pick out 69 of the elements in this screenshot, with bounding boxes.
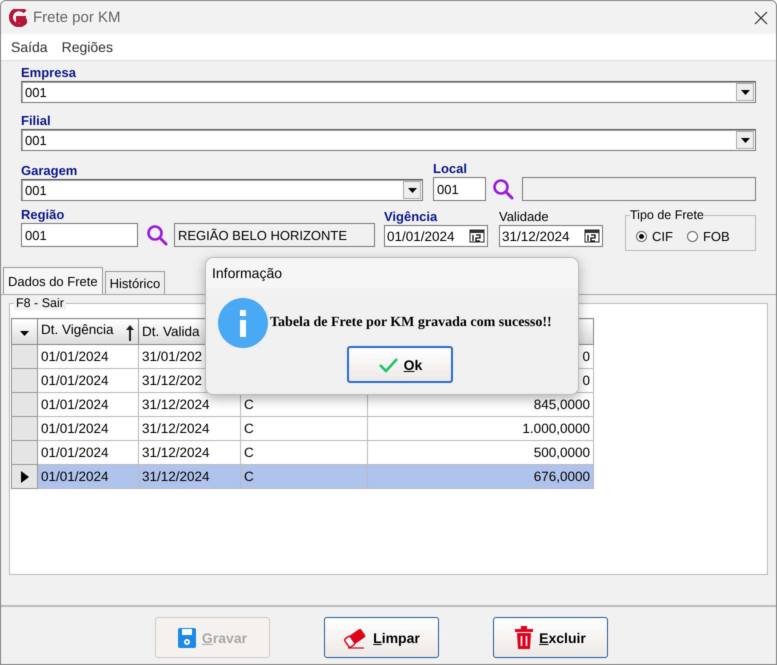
radio-button[interactable]: CIF bbox=[636, 229, 673, 244]
dialog-title: Informação bbox=[206, 258, 578, 288]
trash-icon bbox=[514, 626, 534, 650]
table-cell: 31/01/202 bbox=[142, 349, 202, 364]
table-cell: 01/01/2024 bbox=[41, 349, 109, 364]
table-cell: 1.000,0000 bbox=[522, 421, 590, 436]
dropdown-arrow-icon[interactable] bbox=[20, 331, 29, 336]
calendar-icon[interactable] bbox=[469, 229, 485, 243]
app-logo bbox=[9, 8, 27, 26]
table-cell: C bbox=[244, 469, 254, 484]
tab[interactable]: Dados do Frete bbox=[3, 267, 103, 294]
group-label: Tipo de Frete bbox=[630, 208, 704, 222]
date-field[interactable]: 01/01/2024 bbox=[384, 225, 488, 247]
table-cell: 0 bbox=[582, 373, 590, 388]
table-cell: 31/12/2024 bbox=[142, 445, 210, 460]
table-cell: 31/12/2024 bbox=[142, 397, 210, 412]
input-field[interactable] bbox=[522, 177, 756, 201]
table-cell: 845,0000 bbox=[534, 397, 590, 412]
table-cell: 01/01/2024 bbox=[41, 421, 109, 436]
field-label: Local bbox=[433, 161, 468, 177]
field-label: Empresa bbox=[21, 65, 77, 81]
combo-box[interactable]: 001 bbox=[21, 81, 756, 103]
field-label: Região bbox=[21, 207, 66, 223]
date-field[interactable]: 31/12/2024 bbox=[499, 225, 603, 247]
delete-button[interactable]: Excluir bbox=[492, 617, 608, 658]
check-icon bbox=[378, 356, 398, 372]
menu-item[interactable]: Regiões bbox=[62, 39, 113, 55]
combo-box[interactable]: 001 bbox=[21, 179, 423, 201]
group-label: F8 - Sair bbox=[14, 296, 66, 310]
radio-button[interactable]: FOB bbox=[686, 229, 730, 244]
table-cell: 31/12/2024 bbox=[142, 421, 210, 436]
field-label: Vigência bbox=[384, 209, 438, 225]
table-cell: 500,0000 bbox=[534, 445, 590, 460]
dropdown-arrow-icon[interactable] bbox=[408, 188, 416, 192]
table-cell: 01/01/2024 bbox=[41, 445, 109, 460]
sort-arrow-icon[interactable] bbox=[125, 325, 135, 341]
field-label: Filial bbox=[21, 113, 52, 129]
radio-circle-icon[interactable] bbox=[686, 231, 698, 242]
dropdown-arrow-icon[interactable] bbox=[740, 138, 750, 142]
field-label: Validade bbox=[499, 209, 550, 225]
table-cell: 0 bbox=[582, 349, 590, 364]
tab[interactable]: Histórico bbox=[104, 271, 166, 294]
close-icon[interactable] bbox=[754, 10, 768, 24]
radio-circle-icon[interactable] bbox=[636, 231, 647, 242]
table-cell: C bbox=[244, 421, 254, 436]
table-cell: C bbox=[244, 397, 254, 412]
input-field[interactable]: 001 bbox=[21, 223, 138, 247]
table-cell: 01/01/2024 bbox=[41, 397, 109, 412]
dropdown-arrow-icon[interactable] bbox=[740, 90, 750, 94]
column-header[interactable]: Dt. Vigência bbox=[38, 318, 138, 344]
search-icon[interactable] bbox=[146, 224, 168, 246]
table-cell: 31/12/202 bbox=[142, 373, 202, 388]
combo-box[interactable]: 001 bbox=[21, 129, 756, 151]
input-field[interactable]: 001 bbox=[433, 177, 486, 201]
search-icon[interactable] bbox=[492, 178, 514, 200]
info-icon bbox=[218, 298, 268, 348]
window-title: Frete por KM bbox=[33, 9, 122, 26]
table-cell: 01/01/2024 bbox=[41, 373, 109, 388]
clear-button[interactable]: Limpar bbox=[324, 617, 438, 658]
ok-button[interactable]: Ok bbox=[347, 346, 453, 383]
table-cell: 31/12/2024 bbox=[142, 469, 210, 484]
region-name-field[interactable]: REGIÃO BELO HORIZONTE bbox=[174, 223, 375, 247]
table-cell: 01/01/2024 bbox=[41, 469, 109, 484]
table-cell: C bbox=[244, 445, 254, 460]
field-label: Garagem bbox=[21, 163, 78, 179]
table-cell: 676,0000 bbox=[534, 469, 590, 484]
menu-item[interactable]: Saída bbox=[11, 39, 48, 55]
calendar-icon[interactable] bbox=[584, 229, 600, 243]
dialog-message: Tabela de Frete por KM gravada com sucesso!! bbox=[270, 315, 552, 331]
